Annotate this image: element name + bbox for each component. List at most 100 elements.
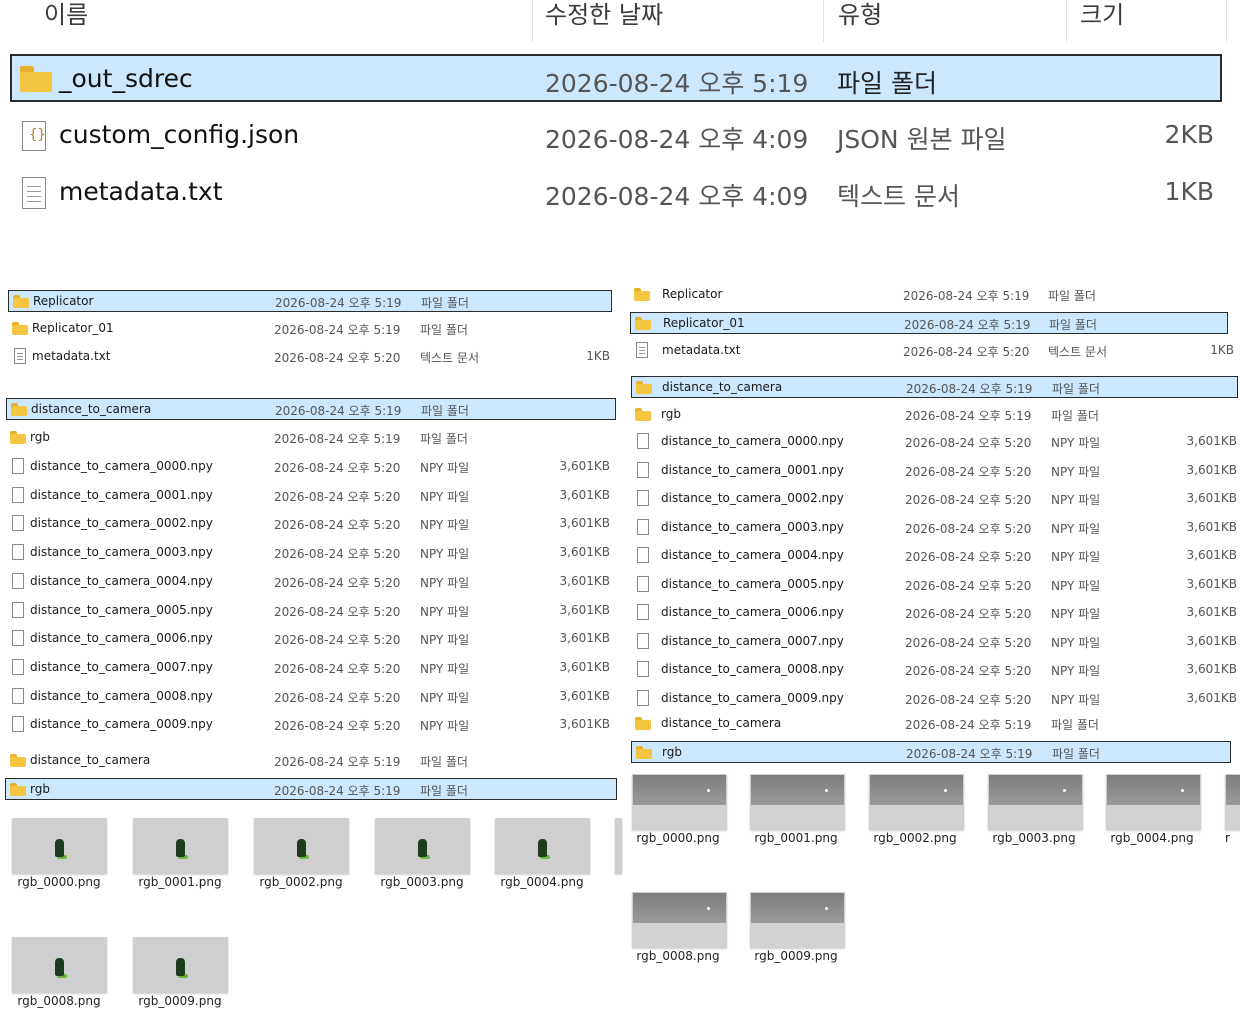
file-type: NPY 파일 (1051, 522, 1101, 536)
column-divider[interactable] (532, 0, 533, 42)
image-thumbnail[interactable] (632, 892, 727, 948)
column-header-size[interactable]: 크기 (1080, 0, 1124, 30)
file-date: 2026-08-24 오후 5:19 (274, 323, 401, 337)
file-date: 2026-08-24 오후 5:20 (274, 605, 401, 619)
file-row[interactable]: rgb 2026-08-24 오후 5:19 파일 폴더 (631, 404, 1238, 426)
file-row[interactable]: distance_to_camera 2026-08-24 오후 5:19 파일 폴… (6, 750, 616, 772)
image-thumbnail[interactable] (869, 774, 964, 830)
file-name: distance_to_camera_0004.npy (30, 574, 213, 588)
file-name: distance_to_camera_0001.npy (661, 463, 844, 477)
column-header-type[interactable]: 유형 (838, 0, 882, 30)
file-row[interactable]: metadata.txt 2026-08-24 오후 5:20 텍스트 문서 1KB (630, 340, 1234, 362)
image-thumbnail[interactable] (495, 818, 590, 874)
file-icon (637, 633, 649, 649)
file-row[interactable]: distance_to_camera 2026-08-24 오후 5:19 파일 폴… (6, 398, 616, 420)
column-divider[interactable] (823, 0, 824, 42)
json-file-icon: {} (22, 121, 46, 151)
file-row[interactable]: distance_to_camera_0009.npy 2026-08-24 오후… (6, 714, 616, 736)
file-row[interactable]: rgb 2026-08-24 오후 5:19 파일 폴더 (6, 427, 616, 449)
file-name: distance_to_camera (661, 716, 782, 730)
thumbnail-label: rgb_0001.png (138, 875, 222, 889)
file-row[interactable]: metadata.txt 2026-08-24 오후 5:20 텍스트 문서 1KB (8, 346, 612, 368)
file-row[interactable]: distance_to_camera_0000.npy 2026-08-24 오후… (631, 431, 1238, 453)
file-name: distance_to_camera_0007.npy (30, 660, 213, 674)
file-row[interactable]: Replicator 2026-08-24 오후 5:19 파일 폴더 (630, 284, 1228, 306)
file-row[interactable]: distance_to_camera_0001.npy 2026-08-24 오후… (6, 485, 616, 507)
thumbnail-label: rgb_0002.png (259, 875, 343, 889)
file-size: 3,601KB (1186, 520, 1237, 534)
file-row[interactable]: distance_to_camera 2026-08-24 오후 5:19 파일 폴… (631, 713, 1231, 735)
file-date: 2026-08-24 오후 5:19 (275, 404, 402, 418)
file-row-custom-config[interactable]: {} custom_config.json 2026-08-24 오후 4:09… (10, 112, 1222, 160)
image-thumbnail[interactable] (375, 818, 470, 874)
column-header-name[interactable]: 이름 (44, 0, 88, 30)
file-row-out-sdrec[interactable]: _out_sdrec 2026-08-24 오후 5:19 파일 폴더 (10, 54, 1222, 102)
file-row[interactable]: distance_to_camera_0003.npy 2026-08-24 오후… (631, 517, 1238, 539)
file-row[interactable]: distance_to_camera_0001.npy 2026-08-24 오후… (631, 460, 1238, 482)
file-row[interactable]: distance_to_camera_0007.npy 2026-08-24 오후… (631, 631, 1238, 653)
file-row-metadata[interactable]: metadata.txt 2026-08-24 오후 4:09 텍스트 문서 1… (10, 169, 1222, 217)
file-row[interactable]: distance_to_camera_0005.npy 2026-08-24 오후… (6, 600, 616, 622)
file-row[interactable]: Replicator_01 2026-08-24 오후 5:19 파일 폴더 (630, 312, 1228, 334)
file-row[interactable]: Replicator 2026-08-24 오후 5:19 파일 폴더 (8, 290, 612, 312)
file-type: NPY 파일 (1051, 693, 1101, 707)
file-type: NPY 파일 (420, 547, 470, 561)
folder-icon (635, 317, 651, 330)
file-type: NPY 파일 (1051, 579, 1101, 593)
column-divider[interactable] (1066, 0, 1067, 42)
file-row[interactable]: distance_to_camera_0008.npy 2026-08-24 오후… (6, 686, 616, 708)
image-thumbnail[interactable] (12, 818, 107, 874)
file-icon (12, 716, 24, 732)
file-date: 2026-08-24 오후 5:20 (905, 607, 1032, 621)
image-thumbnail[interactable] (1106, 774, 1201, 830)
folder-icon (10, 754, 26, 767)
file-name: distance_to_camera_0008.npy (30, 689, 213, 703)
file-icon (12, 544, 24, 560)
file-size: 3,601KB (559, 545, 610, 559)
image-thumbnail[interactable] (254, 818, 349, 874)
folder-icon (636, 381, 652, 394)
file-row[interactable]: distance_to_camera_0007.npy 2026-08-24 오후… (6, 657, 616, 679)
file-row[interactable]: distance_to_camera_0008.npy 2026-08-24 오후… (631, 659, 1238, 681)
file-type: 텍스트 문서 (1048, 345, 1108, 359)
file-row[interactable]: Replicator_01 2026-08-24 오후 5:19 파일 폴더 (8, 318, 612, 340)
file-name: distance_to_camera_0009.npy (30, 717, 213, 731)
file-row[interactable]: distance_to_camera_0006.npy 2026-08-24 오후… (6, 628, 616, 650)
file-type: 파일 폴더 (1052, 382, 1100, 396)
image-thumbnail[interactable] (750, 892, 845, 948)
file-size: 3,601KB (1186, 434, 1237, 448)
file-row[interactable]: distance_to_camera_0006.npy 2026-08-24 오후… (631, 602, 1238, 624)
file-row[interactable]: distance_to_camera_0005.npy 2026-08-24 오후… (631, 574, 1238, 596)
file-name: metadata.txt (32, 349, 111, 363)
image-thumbnail[interactable] (1222, 774, 1240, 830)
file-row[interactable]: distance_to_camera_0004.npy 2026-08-24 오후… (631, 545, 1238, 567)
file-name: Replicator_01 (32, 321, 114, 335)
folder-icon (13, 295, 29, 308)
image-thumbnail[interactable] (133, 937, 228, 993)
file-type: NPY 파일 (420, 576, 470, 590)
file-type: 파일 폴더 (1051, 409, 1099, 423)
file-row[interactable]: distance_to_camera 2026-08-24 오후 5:19 파일 폴… (631, 376, 1238, 398)
file-name: distance_to_camera (30, 753, 151, 767)
file-name: Replicator (662, 287, 723, 301)
file-date: 2026-08-24 오후 5:19 (274, 755, 401, 769)
file-row[interactable]: distance_to_camera_0003.npy 2026-08-24 오후… (6, 542, 616, 564)
image-thumbnail[interactable] (750, 774, 845, 830)
file-date: 2026-08-24 오후 5:20 (905, 550, 1032, 564)
image-thumbnail[interactable] (133, 818, 228, 874)
image-thumbnail[interactable] (12, 937, 107, 993)
image-thumbnail[interactable] (632, 774, 727, 830)
file-row[interactable]: distance_to_camera_0004.npy 2026-08-24 오후… (6, 571, 616, 593)
file-size: 3,601KB (559, 660, 610, 674)
file-row[interactable]: distance_to_camera_0000.npy 2026-08-24 오후… (6, 456, 616, 478)
file-row[interactable]: distance_to_camera_0002.npy 2026-08-24 오후… (631, 488, 1238, 510)
file-row[interactable]: rgb 2026-08-24 오후 5:19 파일 폴더 (5, 778, 617, 800)
column-divider[interactable] (1226, 0, 1227, 42)
column-header-date[interactable]: 수정한 날짜 (545, 0, 663, 30)
image-thumbnail[interactable] (988, 774, 1083, 830)
thumbnail-label: rgb_0008.png (636, 949, 720, 963)
file-row[interactable]: rgb 2026-08-24 오후 5:19 파일 폴더 (631, 741, 1231, 763)
file-row[interactable]: distance_to_camera_0002.npy 2026-08-24 오후… (6, 513, 616, 535)
file-row[interactable]: distance_to_camera_0009.npy 2026-08-24 오후… (631, 688, 1238, 710)
file-icon (12, 688, 24, 704)
